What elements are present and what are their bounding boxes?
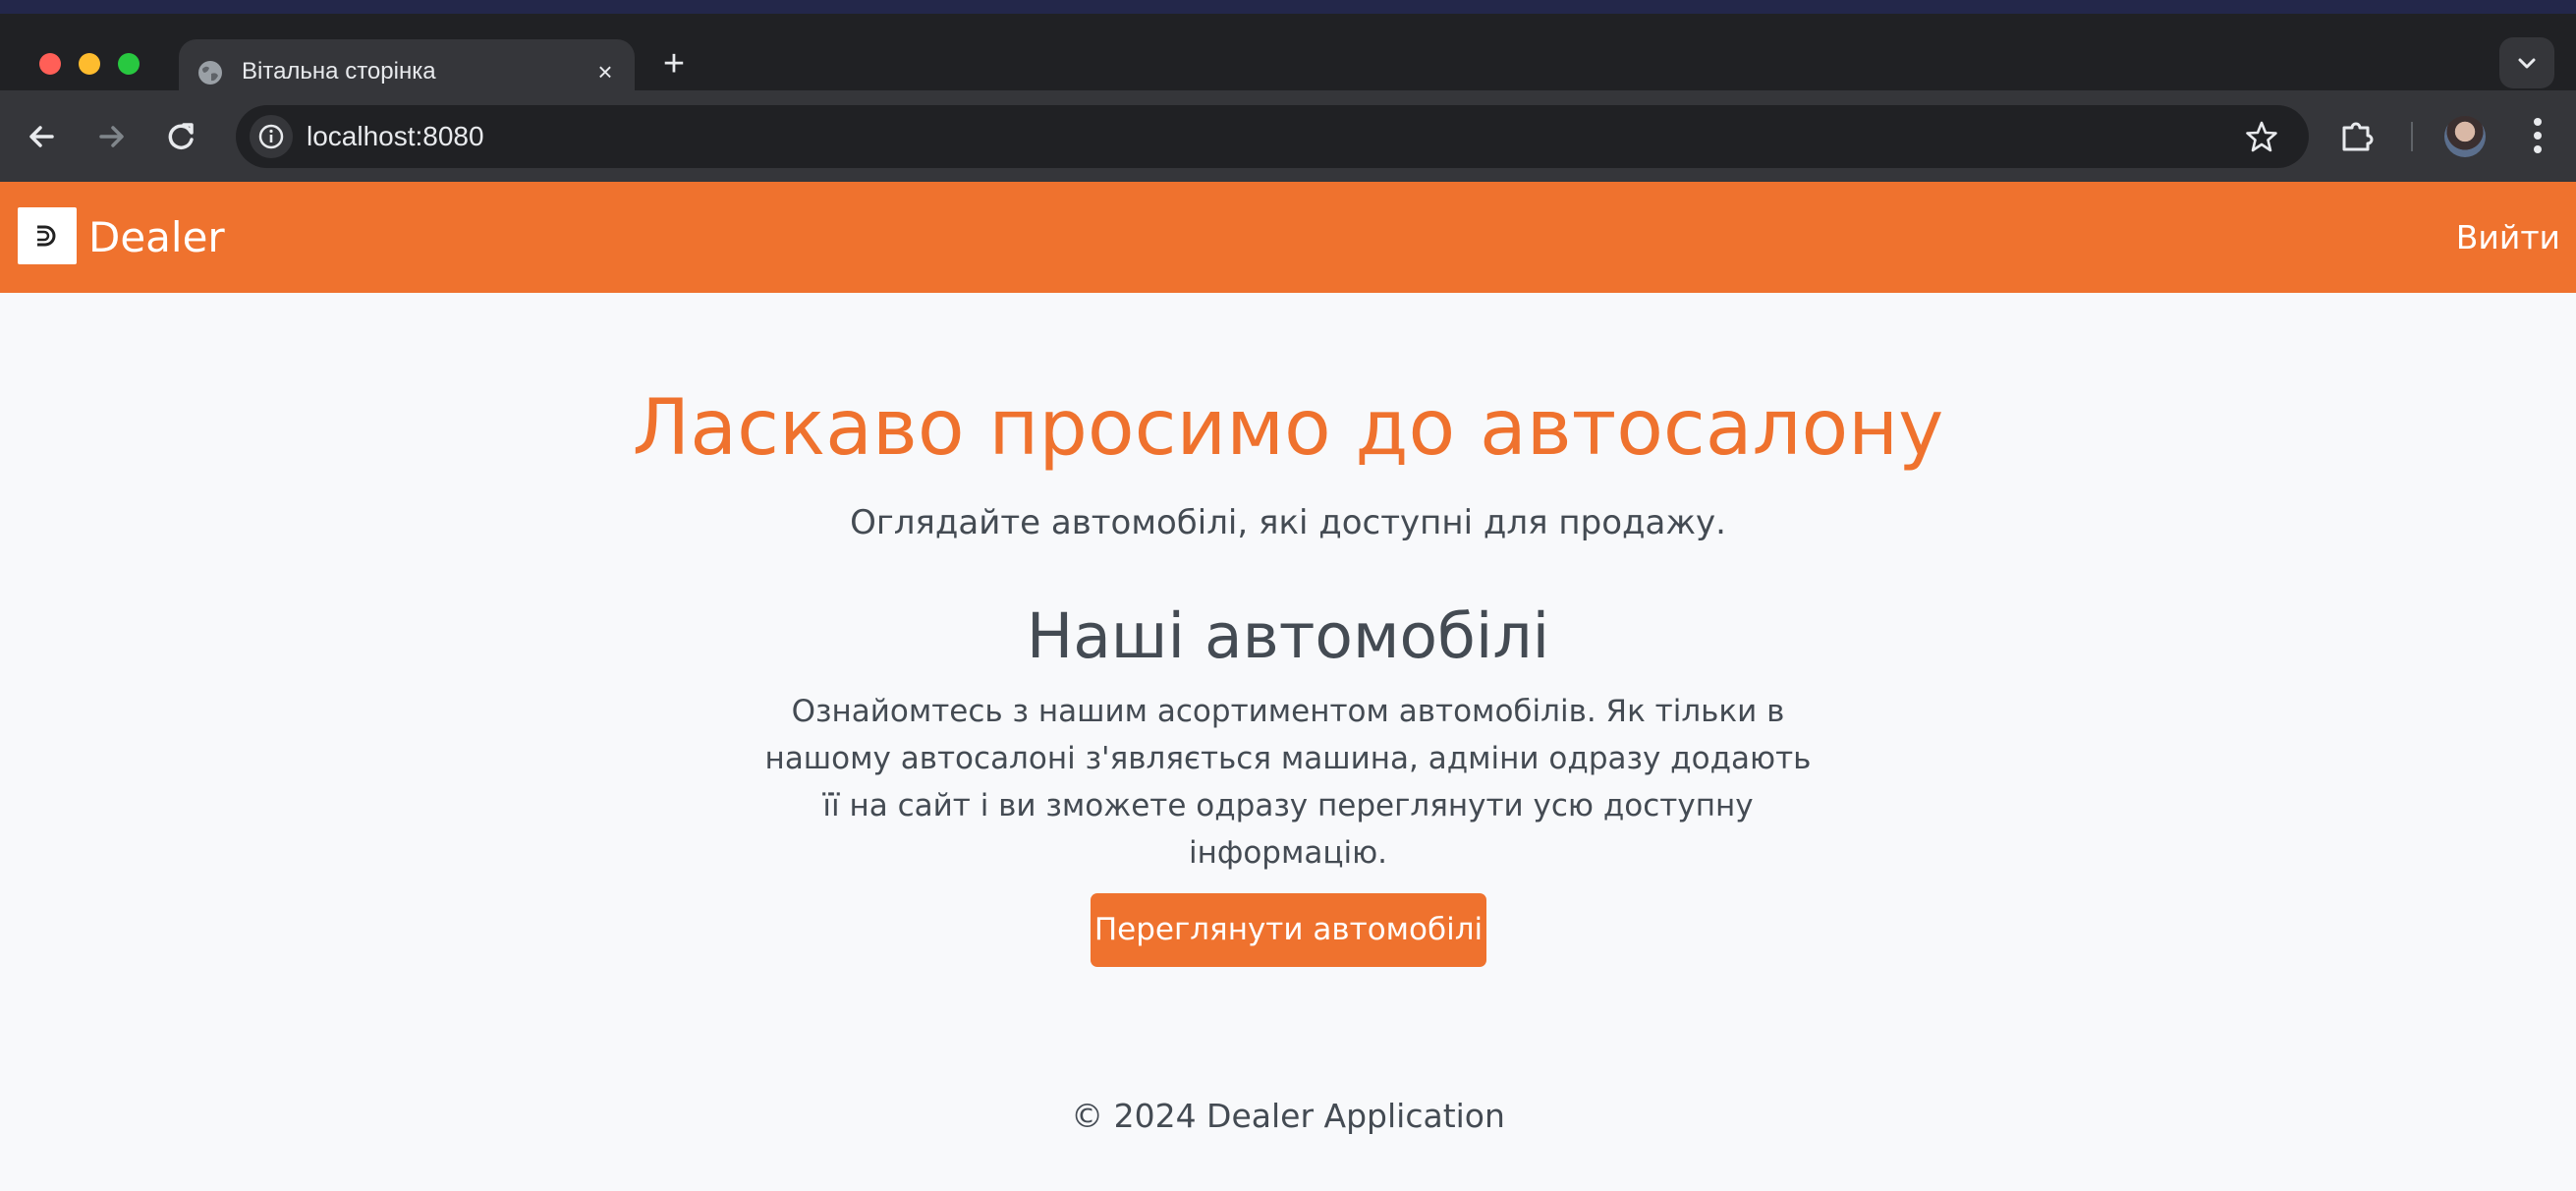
avatar[interactable] bbox=[2444, 116, 2486, 157]
footer-text: © 2024 Dealer Application bbox=[1071, 1097, 1505, 1135]
forward-arrow-icon[interactable] bbox=[86, 112, 136, 161]
info-icon bbox=[258, 124, 284, 149]
plus-icon[interactable]: + bbox=[656, 45, 692, 83]
url-text[interactable]: localhost:8080 bbox=[307, 105, 484, 168]
browser-chrome: Вітальна сторінка × + localhost:8080 bbox=[0, 0, 2576, 182]
site-navbar: Dealer Вийти bbox=[0, 182, 2576, 293]
back-arrow-icon[interactable] bbox=[18, 112, 67, 161]
puzzle-icon[interactable] bbox=[2338, 116, 2378, 155]
tab-search-button[interactable] bbox=[2499, 37, 2554, 88]
window-minimize-button[interactable] bbox=[79, 53, 100, 75]
logout-link[interactable]: Вийти bbox=[2456, 182, 2560, 293]
hero-subtitle: Оглядайте автомобілі, які доступні для п… bbox=[850, 503, 1726, 542]
brand-name[interactable]: Dealer bbox=[88, 182, 225, 293]
window-close-button[interactable] bbox=[39, 53, 61, 75]
tab-bar: Вітальна сторінка × + bbox=[0, 14, 2576, 104]
dealer-logo-icon bbox=[37, 225, 56, 247]
site-info-button[interactable] bbox=[250, 115, 293, 158]
reload-icon[interactable] bbox=[157, 112, 206, 161]
toolbar-divider bbox=[2411, 122, 2413, 151]
view-cars-button[interactable]: Переглянути автомобілі bbox=[1091, 893, 1486, 967]
star-icon[interactable] bbox=[2244, 119, 2279, 154]
address-bar[interactable]: localhost:8080 bbox=[236, 105, 2309, 168]
browser-toolbar: localhost:8080 bbox=[0, 90, 2576, 182]
desktop-background-strip bbox=[0, 0, 2576, 14]
menu-dots-icon[interactable] bbox=[2523, 114, 2552, 159]
globe-icon bbox=[198, 61, 222, 85]
window-maximize-button[interactable] bbox=[118, 53, 140, 75]
section-title: Наші автомобілі bbox=[1026, 600, 1550, 672]
brand-logo[interactable] bbox=[18, 207, 77, 264]
hero-title: Ласкаво просимо до автосалону bbox=[632, 384, 1944, 473]
section-description: Ознайомтесь з нашим асортиментом автомоб… bbox=[764, 694, 1812, 871]
chevron-down-icon bbox=[2518, 58, 2536, 69]
close-icon[interactable]: × bbox=[589, 56, 621, 87]
